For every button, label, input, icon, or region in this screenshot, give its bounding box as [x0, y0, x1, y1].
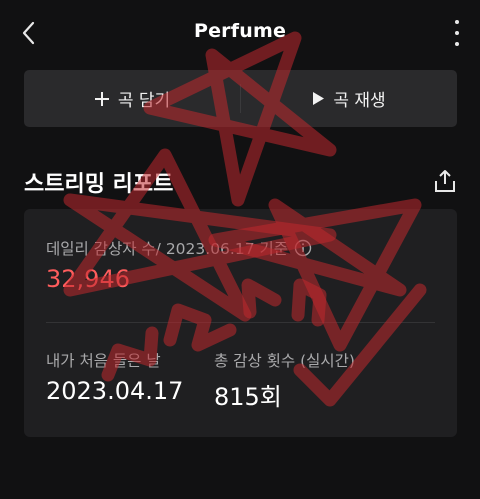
play-button[interactable]: 곡 재생	[241, 70, 457, 127]
total-plays-value: 815회	[214, 383, 282, 411]
daily-listeners-label: 데일리 감상자 수/ 2023.06.17 기준	[46, 237, 312, 259]
plus-icon	[94, 91, 109, 106]
app-screen: Perfume 곡 담기 곡 재생 스트리밍 리포트 데일리 감상자 수/ 20…	[0, 0, 480, 499]
total-plays-label: 총 감상 횟수 (실시간)	[214, 352, 355, 370]
more-vertical-icon	[455, 20, 459, 24]
add-to-playlist-label: 곡 담기	[117, 91, 171, 111]
info-icon[interactable]	[294, 239, 312, 257]
card-divider	[46, 322, 435, 323]
first-listen-value: 2023.04.17	[46, 377, 184, 405]
share-button[interactable]	[432, 168, 458, 194]
add-to-playlist-button[interactable]: 곡 담기	[24, 70, 240, 127]
first-listen-label: 내가 처음 들은 날	[46, 352, 161, 370]
play-label: 곡 재생	[333, 91, 386, 111]
top-bar: Perfume	[0, 0, 480, 66]
action-bar: 곡 담기 곡 재생	[24, 70, 457, 127]
play-icon	[313, 92, 325, 105]
streaming-report-title: 스트리밍 리포트	[24, 172, 174, 197]
daily-listeners-value: 32,946	[46, 265, 130, 293]
report-card: 데일리 감상자 수/ 2023.06.17 기준 32,946 내가 처음 들은…	[24, 209, 457, 437]
daily-listeners-label-text: 데일리 감상자 수/ 2023.06.17 기준	[46, 240, 289, 258]
more-options-button[interactable]	[450, 18, 464, 48]
page-title: Perfume	[193, 20, 287, 42]
share-icon	[435, 170, 455, 192]
